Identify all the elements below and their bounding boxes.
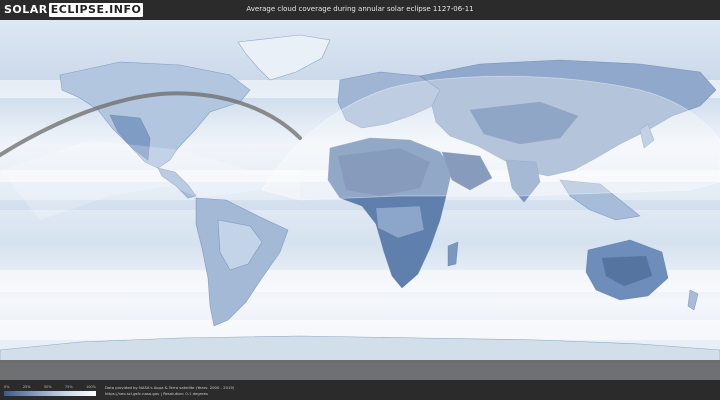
data-credit: Data provided by NASA's Aqua & Terra sat… — [105, 385, 234, 397]
legend-tick: 0% — [4, 385, 10, 389]
footer-bar: 0% 25% 50% 75% 100% Data provided by NAS… — [0, 380, 720, 400]
map-title: Average cloud coverage during annular so… — [246, 5, 474, 13]
legend-tick: 50% — [43, 385, 52, 389]
no-data-strip — [0, 360, 720, 380]
cloud-coverage-map — [0, 20, 720, 380]
legend-tick: 100% — [85, 385, 96, 389]
legend-tick: 25% — [22, 385, 31, 389]
legend-ticks: 0% 25% 50% 75% 100% — [4, 385, 96, 390]
credit-line-url[interactable]: https://neo.sci.gsfc.nasa.gov | Resoluti… — [105, 391, 234, 397]
legend-color-bar — [4, 391, 96, 396]
header-bar: SOLAR ECLIPSE.INFO Average cloud coverag… — [0, 0, 720, 20]
legend-tick: 75% — [64, 385, 73, 389]
cloud-cover-legend: 0% 25% 50% 75% 100% — [4, 385, 96, 396]
